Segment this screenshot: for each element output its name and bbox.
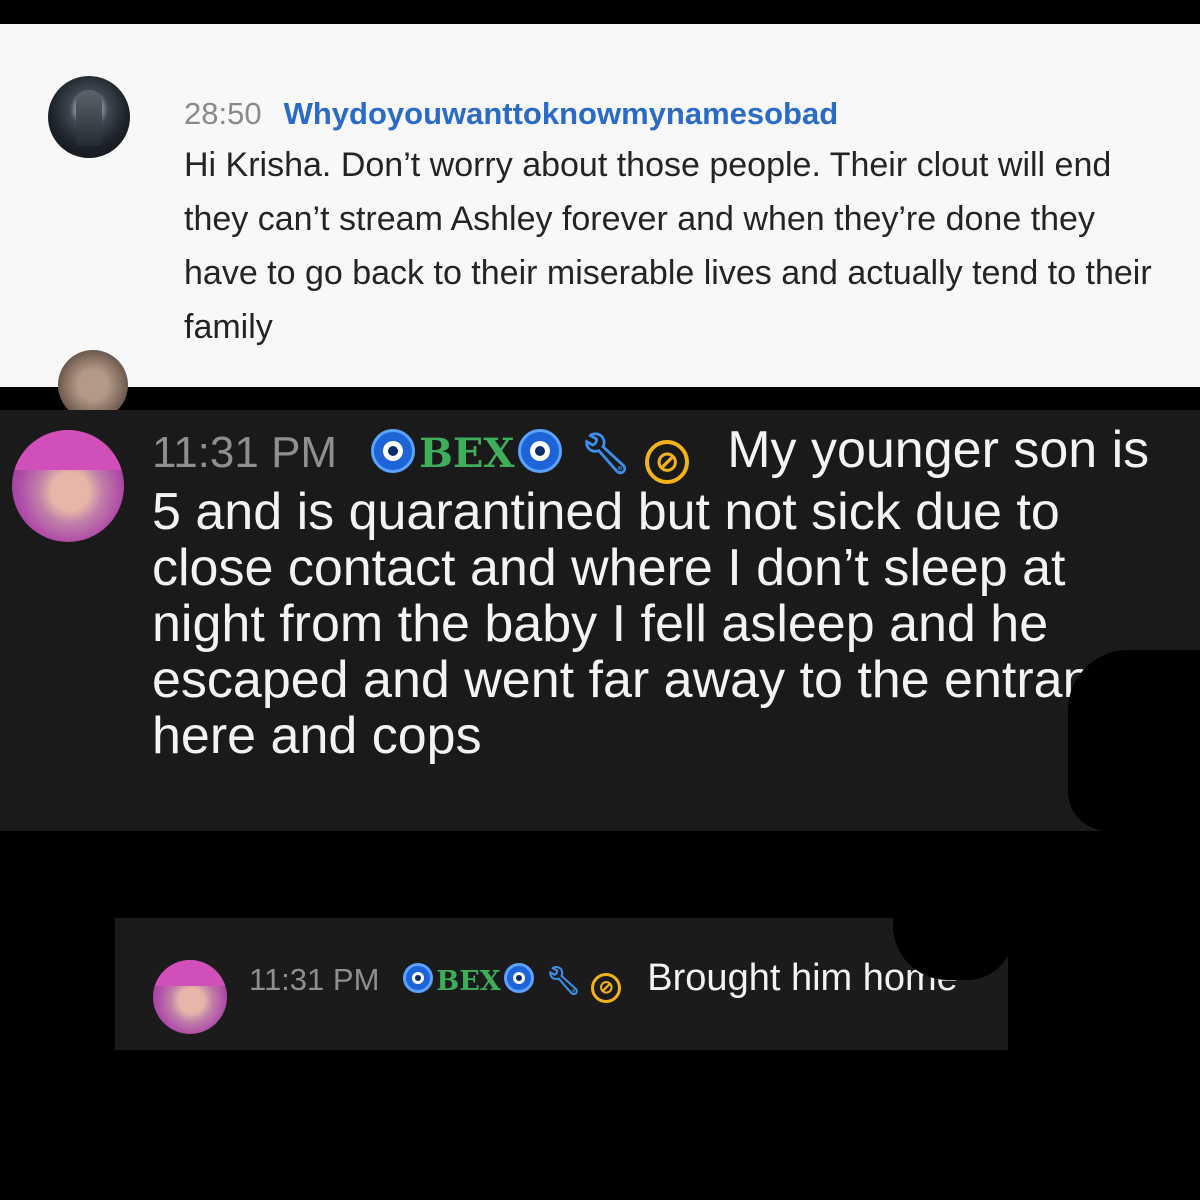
no-symbol-icon: ⊘ [591,973,622,1003]
author-badges: BEX 🔧︎ ⊘ [403,958,622,1003]
message-timestamp: 11:31 PM [249,962,380,997]
nazar-eye-icon [503,963,534,993]
author-name[interactable]: BEX [436,966,500,997]
author-name[interactable]: BEX [419,430,514,477]
redaction-mark [893,880,1013,980]
message-timestamp: 11:31 PM [152,428,338,477]
nazar-eye-icon [403,963,434,993]
chat-message: 28:50 Whydoyouwanttoknowmynamesobad Hi Kr… [184,94,1174,354]
wrench-icon: 🔧︎ [580,432,632,476]
chat-message: 11:31 PM BEX 🔧︎ ⊘ Brought him home [249,958,989,1003]
author-name[interactable]: Whydoyouwanttoknowmynamesobad [284,96,839,131]
avatar[interactable] [48,76,130,158]
message-text: Hi Krisha. Don’t worry about those peopl… [184,146,1152,346]
message-timestamp: 28:50 [184,96,262,131]
chat-message: 11:31 PM BEX 🔧︎ ⊘ My younger son is 5 and is… [152,422,1162,764]
wrench-icon: 🔧︎ [545,965,582,996]
chat-panel-dark-small: 11:31 PM BEX 🔧︎ ⊘ Brought him home [115,918,1008,1050]
nazar-eye-icon [371,429,416,473]
chat-panel-dark: 11:31 PM BEX 🔧︎ ⊘ My younger son is 5 and is… [0,410,1200,831]
avatar[interactable] [12,430,124,542]
avatar[interactable] [153,960,227,1034]
redaction-mark [1068,650,1200,831]
no-symbol-icon: ⊘ [645,440,690,484]
nazar-eye-icon [518,429,563,473]
chat-panel-light: 28:50 Whydoyouwanttoknowmynamesobad Hi Kr… [0,24,1200,387]
author-badges: BEX 🔧︎ ⊘ [371,422,690,484]
